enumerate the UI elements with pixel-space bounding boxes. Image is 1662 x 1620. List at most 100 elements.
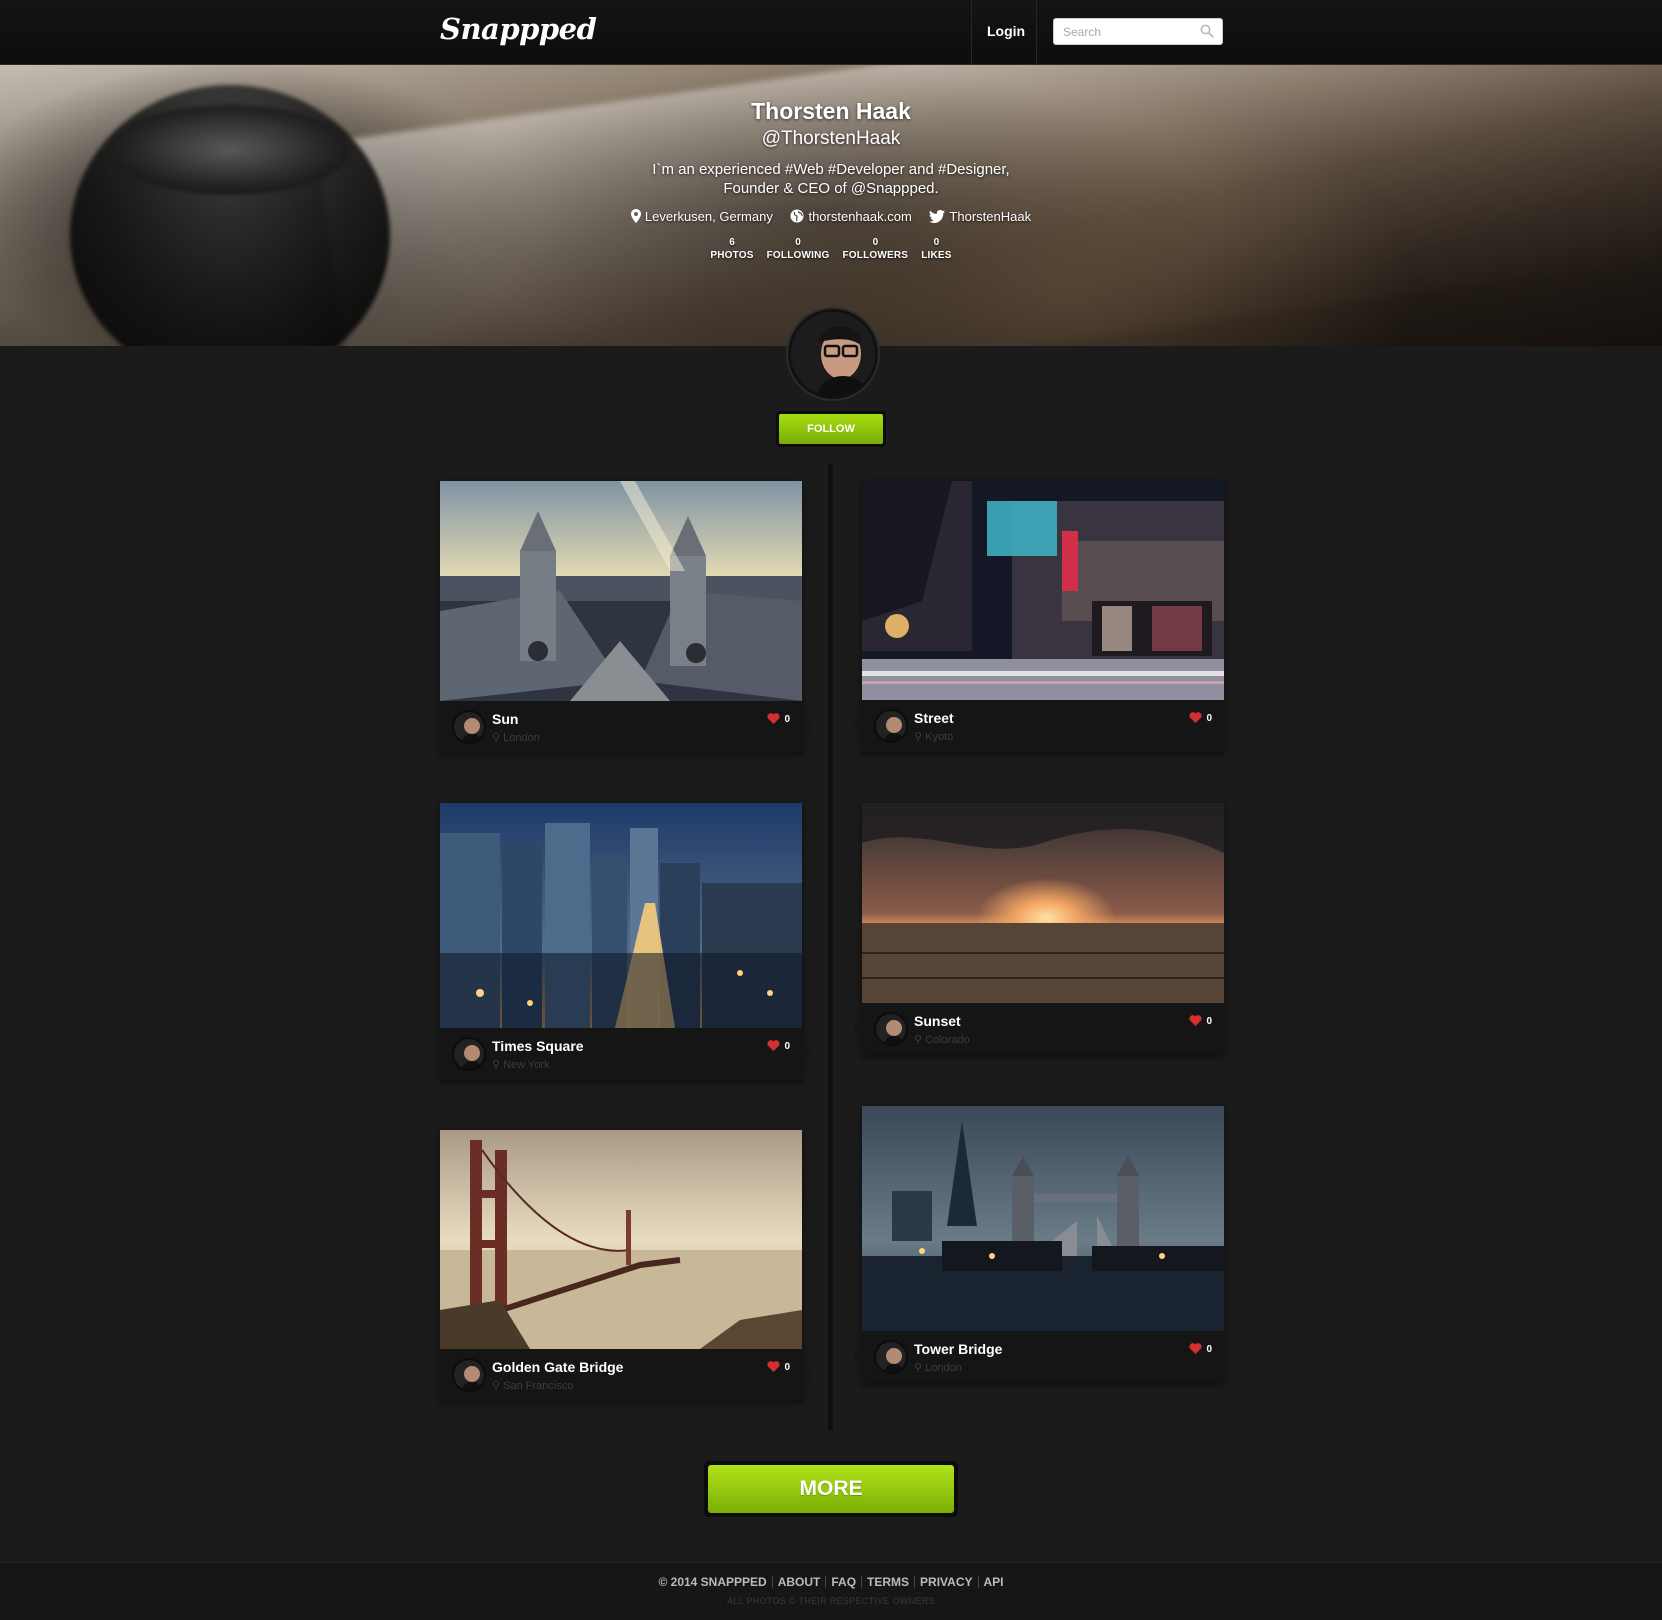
photo-image[interactable] — [862, 803, 1224, 1003]
footer-link-faq[interactable]: FAQ — [831, 1575, 856, 1589]
photo-title[interactable]: Sun — [492, 711, 518, 727]
stat-value: 0 — [872, 237, 879, 248]
follow-button[interactable]: FOLLOW — [779, 414, 883, 444]
location-pin-icon: ⚲ — [914, 1362, 926, 1374]
photo-meta: Sun ⚲ London 0 — [440, 701, 811, 753]
stat-label: LIKES — [921, 250, 952, 261]
author-avatar[interactable] — [874, 1340, 908, 1374]
login-link[interactable]: Login — [987, 23, 1025, 39]
location-pin-icon: ⚲ — [914, 1034, 926, 1046]
photo-card[interactable]: Street ⚲ Kyoto 0 — [853, 481, 1224, 752]
search-icon[interactable] — [1200, 24, 1214, 43]
photo-meta: Times Square ⚲ New York 0 — [440, 1028, 811, 1080]
footer-link-api[interactable]: API — [984, 1575, 1004, 1589]
profile-info: Thorsten Haak @ThorstenHaak I`m an exper… — [0, 65, 1662, 262]
heart-icon — [767, 1040, 781, 1051]
stat-value: 6 — [729, 237, 735, 248]
photo-image[interactable] — [862, 1106, 1224, 1331]
photo-image[interactable] — [440, 803, 802, 1028]
author-avatar[interactable] — [452, 710, 486, 744]
stat-likes[interactable]: 0 LIKES — [921, 236, 951, 262]
photo-card[interactable]: Sun ⚲ London 0 — [440, 481, 811, 753]
photo-title[interactable]: Golden Gate Bridge — [492, 1359, 623, 1375]
photo-meta: Street ⚲ Kyoto 0 — [853, 700, 1224, 752]
profile-stats: 6 PHOTOS 0 FOLLOWING 0 FOLLOWERS 0 LIKES — [0, 236, 1662, 262]
twitter-link[interactable]: ThorstenHaak — [929, 209, 1031, 224]
nav-divider — [971, 0, 972, 64]
more-button[interactable]: MORE — [708, 1465, 954, 1513]
stat-label: PHOTOS — [710, 250, 754, 261]
profile-name: Thorsten Haak — [751, 98, 911, 124]
profile-cover: Thorsten Haak @ThorstenHaak I`m an exper… — [0, 65, 1662, 346]
author-avatar[interactable] — [874, 1012, 908, 1046]
logo[interactable]: Snappped — [440, 12, 597, 46]
photo-location: ⚲ Colorado — [914, 1033, 970, 1046]
nav-divider — [1036, 0, 1037, 64]
photo-title[interactable]: Sunset — [914, 1013, 961, 1029]
stat-value: 0 — [933, 237, 940, 248]
website-link[interactable]: thorstenhaak.com — [790, 209, 912, 224]
like-count-value: 0 — [1206, 713, 1212, 724]
footer-note: ALL PHOTOS © THEIR RESPECTIVE OWNERS — [727, 1596, 935, 1606]
photo-location: ⚲ London — [492, 731, 540, 744]
like-count[interactable]: 0 — [767, 1040, 790, 1052]
photo-meta: Golden Gate Bridge ⚲ San Francisco 0 — [440, 1349, 811, 1401]
author-avatar[interactable] — [452, 1037, 486, 1071]
photo-title[interactable]: Times Square — [492, 1038, 584, 1054]
photo-title[interactable]: Tower Bridge — [914, 1341, 1002, 1357]
like-count[interactable]: 0 — [767, 1361, 790, 1373]
location-pin-icon: ⚲ — [492, 1380, 504, 1392]
photo-location: ⚲ New York — [492, 1058, 550, 1071]
heart-icon — [1189, 1015, 1203, 1026]
like-count-value: 0 — [1206, 1344, 1212, 1355]
stat-followers[interactable]: 0 FOLLOWERS — [843, 236, 909, 262]
like-count-value: 0 — [784, 714, 790, 725]
like-count[interactable]: 0 — [1189, 712, 1212, 724]
photo-meta: Sunset ⚲ Colorado 0 — [853, 1003, 1224, 1055]
photo-card[interactable]: Sunset ⚲ Colorado 0 — [853, 803, 1224, 1055]
stat-following[interactable]: 0 FOLLOWING — [767, 236, 830, 262]
like-count[interactable]: 0 — [1189, 1015, 1212, 1027]
photo-image[interactable] — [862, 481, 1224, 700]
photo-location-text: London — [925, 1362, 962, 1374]
photo-location: ⚲ London — [914, 1361, 962, 1374]
photo-title[interactable]: Street — [914, 710, 954, 726]
like-count[interactable]: 0 — [767, 713, 790, 725]
twitter-text[interactable]: ThorstenHaak — [949, 209, 1031, 224]
like-count[interactable]: 0 — [1189, 1343, 1212, 1355]
twitter-icon — [929, 209, 946, 223]
more-button-frame: MORE — [704, 1461, 958, 1517]
photo-card[interactable]: Golden Gate Bridge ⚲ San Francisco 0 — [440, 1130, 811, 1401]
photo-location-text: Kyoto — [925, 731, 954, 743]
stat-value: 0 — [795, 237, 801, 248]
location-text: Leverkusen, Germany — [644, 209, 773, 224]
website-text[interactable]: thorstenhaak.com — [808, 209, 911, 224]
footer-link-terms[interactable]: TERMS — [867, 1575, 909, 1589]
search-box — [1053, 18, 1223, 45]
photo-location-text: New York — [503, 1059, 550, 1071]
photo-card[interactable]: Times Square ⚲ New York 0 — [440, 803, 811, 1080]
heart-icon — [1189, 1343, 1203, 1354]
photo-location: ⚲ Kyoto — [914, 730, 953, 743]
like-count-value: 0 — [784, 1041, 790, 1052]
heart-icon — [767, 713, 781, 724]
heart-icon — [1189, 712, 1203, 723]
bio-line: I`m an experienced #Web #Developer and #… — [652, 161, 1010, 178]
location-pin-icon: ⚲ — [914, 731, 926, 743]
photo-location-text: Colorado — [925, 1034, 970, 1046]
profile-avatar — [788, 309, 878, 399]
footer-link-privacy[interactable]: PRIVACY — [920, 1575, 972, 1589]
photo-image[interactable] — [440, 481, 802, 701]
photo-card[interactable]: Tower Bridge ⚲ London 0 — [853, 1106, 1224, 1383]
location-pin-icon: ⚲ — [492, 732, 504, 744]
photo-location-text: London — [503, 732, 540, 744]
heart-icon — [767, 1361, 781, 1372]
footer-link-about[interactable]: ABOUT — [778, 1575, 821, 1589]
stat-photos[interactable]: 6 PHOTOS — [710, 236, 753, 262]
author-avatar[interactable] — [452, 1358, 486, 1392]
photo-image[interactable] — [440, 1130, 802, 1349]
follow-button-frame: FOLLOW — [776, 411, 886, 447]
photo-location: ⚲ San Francisco — [492, 1379, 573, 1392]
search-input[interactable] — [1054, 19, 1203, 44]
author-avatar[interactable] — [874, 709, 908, 743]
